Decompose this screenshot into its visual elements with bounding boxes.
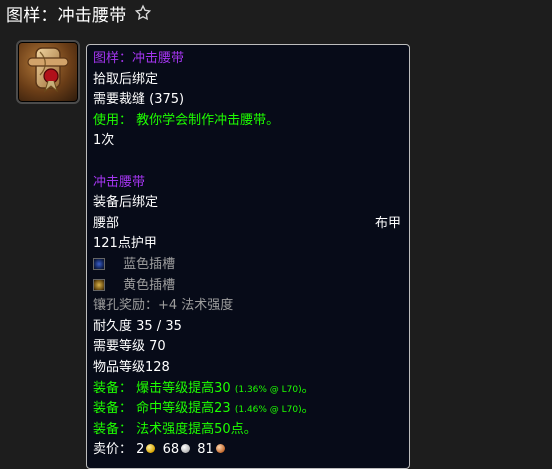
silver-coin-icon	[181, 444, 191, 454]
use-label: 使用：	[93, 112, 133, 128]
yellow-socket-icon	[93, 278, 105, 291]
item-level: 物品等级128	[93, 359, 170, 375]
socket-yellow-row: 黄色插槽	[93, 276, 403, 297]
gold-amount: 2	[136, 442, 145, 458]
equip-stat-3: 装备： 法术强度提高50点。	[93, 420, 403, 441]
armor-value: 121点护甲	[93, 236, 157, 252]
armor-type: 布甲	[374, 215, 401, 231]
use-effect: 使用： 教你学会制作冲击腰带。	[93, 111, 403, 132]
equip-period-2: 。	[301, 401, 315, 417]
item-tooltip: 图样：冲击腰带 拾取后绑定 需要裁缝 (375) 使用： 教你学会制作冲击腰带。…	[86, 44, 410, 469]
bind-on-pickup: 拾取后绑定	[93, 71, 159, 87]
equip-stat-1: 装备： 爆击等级提高30 (1.36% @ L70)。	[93, 379, 403, 400]
crafted-item-name: 冲击腰带	[93, 174, 146, 190]
equip-detail-2: (1.46% @ L70)	[234, 405, 302, 416]
sell-label: 卖价：	[93, 442, 133, 458]
star-outline-svg	[135, 4, 152, 21]
equip-label-3: 装备：	[93, 421, 133, 437]
recipe-name: 图样：冲击腰带	[93, 51, 185, 66]
equip-label-1: 装备：	[93, 380, 133, 396]
required-level: 需要等级 70	[93, 339, 166, 355]
use-text: 教你学会制作冲击腰带。	[136, 112, 280, 128]
equip-text-2: 命中等级提高23	[136, 401, 231, 417]
equip-text-3: 法术强度提高50点。	[136, 421, 257, 437]
socket-blue-row: 蓝色插槽	[93, 255, 403, 276]
required-skill: 需要裁缝 (375)	[93, 92, 185, 108]
gold-coin-icon	[146, 444, 156, 454]
slot-row: 腰部 布甲	[93, 214, 403, 235]
slot-name: 腰部	[93, 215, 120, 231]
copper-amount: 81	[197, 442, 214, 458]
recipe-scroll-icon[interactable]	[16, 40, 80, 104]
page-header: 图样：冲击腰带	[0, 0, 552, 26]
recipe-scroll-svg	[27, 47, 69, 93]
blue-socket-icon	[93, 257, 105, 270]
equip-text-1: 爆击等级提高30	[136, 380, 231, 396]
sell-price: 卖价： 2 68 81	[93, 440, 403, 461]
silver-amount: 68	[162, 442, 180, 458]
star-outline-icon[interactable]	[134, 4, 152, 22]
equip-period-1: 。	[301, 380, 315, 396]
page-title: 图样：冲击腰带	[6, 5, 127, 26]
equip-detail-1: (1.36% @ L70)	[234, 384, 302, 395]
durability: 耐久度 35 / 35	[93, 318, 182, 334]
charges: 1次	[93, 133, 115, 149]
equip-label-2: 装备：	[93, 401, 133, 417]
socket-bonus: 镶孔奖励：+4 法术强度	[93, 298, 234, 314]
equip-stat-2: 装备： 命中等级提高23 (1.46% @ L70)。	[93, 399, 403, 420]
bind-on-equip: 装备后绑定	[93, 195, 159, 211]
copper-coin-icon	[215, 444, 225, 454]
socket-yellow-label: 黄色插槽	[123, 277, 176, 293]
socket-blue-label: 蓝色插槽	[123, 256, 176, 272]
